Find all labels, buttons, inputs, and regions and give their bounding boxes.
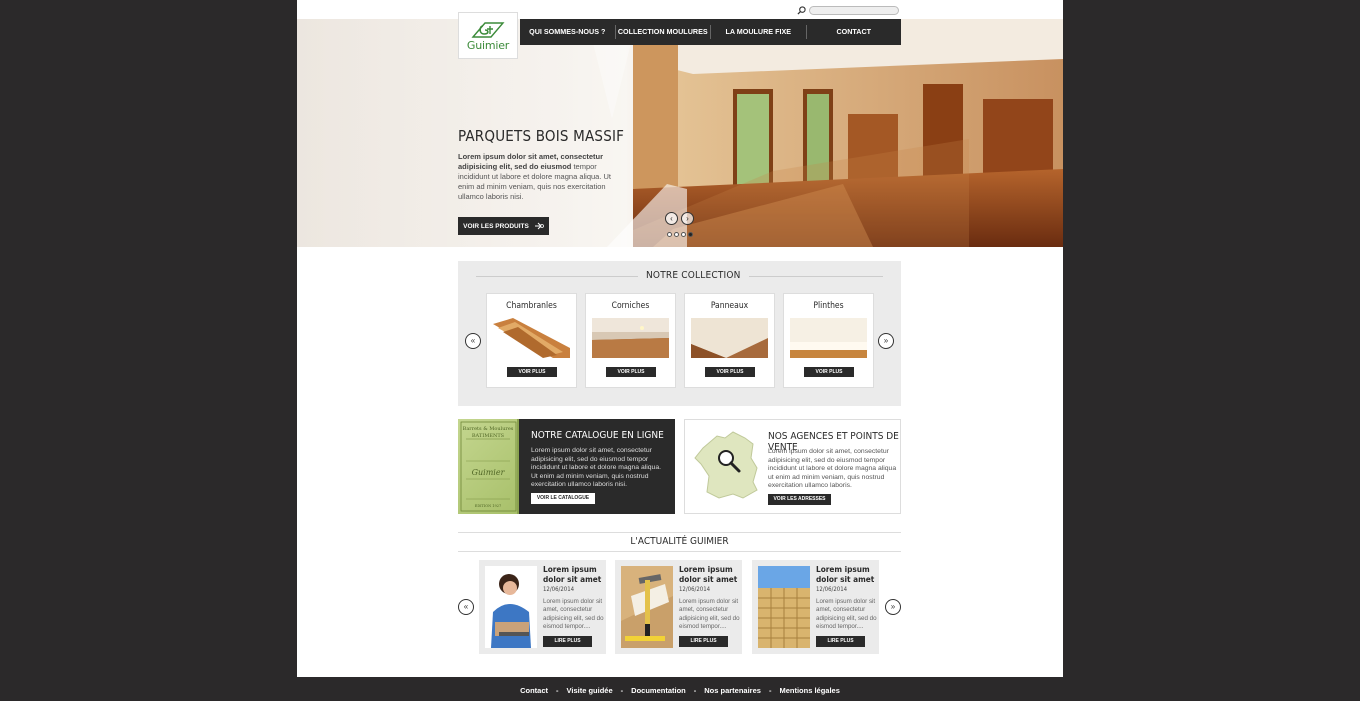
arrow-right-icon — [534, 222, 544, 230]
catalog-cover-line-1: Barrets & Moulures — [463, 426, 514, 432]
view-products-button[interactable]: VOIR LES PRODUITS — [458, 217, 549, 235]
footer-separator: - — [768, 686, 772, 695]
news-card-text: Lorem ipsum dolor sit amet, consectetur … — [679, 598, 740, 631]
catalog-cover-line-2: BATIMENTS — [472, 433, 505, 439]
hero-banner: PARQUETS BOIS MASSIF Lorem ipsum dolor s… — [297, 19, 1063, 247]
hero-slide-dot[interactable] — [688, 232, 693, 237]
nav-item-about[interactable]: QUI SOMMES-NOUS ? — [520, 25, 616, 39]
catalog-cover-line-3: Guimier — [472, 468, 506, 477]
news-photo-worker — [485, 566, 537, 648]
search-box — [797, 4, 899, 16]
collection-prev-arrow-icon[interactable]: « — [465, 333, 481, 349]
panneaux-photo — [691, 318, 768, 358]
news-card-title: Lorem ipsum dolor sit amet — [816, 564, 875, 584]
view-products-label: VOIR LES PRODUITS — [463, 222, 529, 230]
hero-next-arrow-icon[interactable]: › — [681, 212, 694, 225]
news-card-date: 12/06/2014 — [543, 586, 575, 593]
hero-room-image — [633, 19, 1063, 247]
nav-item-contact[interactable]: CONTACT — [807, 25, 902, 39]
news-card-title: Lorem ipsum dolor sit amet — [679, 564, 738, 584]
catalog-text: Lorem ipsum dolor sit amet, consectetur … — [531, 447, 661, 488]
hero-prev-arrow-icon[interactable]: ‹ — [665, 212, 678, 225]
collection-card-chambranles[interactable]: Chambranles VOIR PLUS — [486, 293, 577, 388]
news-divider-bottom — [458, 551, 901, 552]
nav-item-collection[interactable]: COLLECTION MOULURES — [616, 25, 711, 39]
news-card-text: Lorem ipsum dolor sit amet, consectetur … — [543, 598, 604, 631]
footer-separator: - — [556, 686, 559, 695]
footer-link-documentation[interactable]: Documentation — [631, 686, 686, 695]
collection-card-title: Plinthes — [813, 301, 844, 311]
logo[interactable]: Guimier — [458, 12, 518, 59]
collection-card-plinthes[interactable]: Plinthes VOIR PLUS — [783, 293, 874, 388]
collection-title: NOTRE COLLECTION — [638, 270, 749, 281]
news-card[interactable]: Lorem ipsum dolor sit amet 12/06/2014 Lo… — [615, 560, 742, 654]
chambranles-photo — [493, 318, 570, 358]
read-more-button[interactable]: LIRE PLUS — [543, 636, 592, 647]
view-more-button[interactable]: VOIR PLUS — [507, 367, 557, 377]
page-container: PARQUETS BOIS MASSIF Lorem ipsum dolor s… — [297, 0, 1063, 677]
news-card-date: 12/06/2014 — [816, 586, 848, 593]
hero-text: Lorem ipsum dolor sit amet, consectetur … — [458, 152, 618, 202]
collection-next-arrow-icon[interactable]: » — [878, 333, 894, 349]
news-card[interactable]: Lorem ipsum dolor sit amet 12/06/2014 Lo… — [479, 560, 606, 654]
catalog-book-image[interactable]: Barrets & Moulures BATIMENTS Guimier EDI… — [458, 419, 519, 514]
hero-slide-dots — [667, 232, 693, 237]
news-photo-hammer — [621, 566, 673, 648]
footer-link-legal[interactable]: Mentions légales — [779, 686, 839, 695]
main-nav: QUI SOMMES-NOUS ? COLLECTION MOULURES LA… — [520, 19, 901, 45]
read-more-button[interactable]: LIRE PLUS — [679, 636, 728, 647]
footer-link-guided-tour[interactable]: Visite guidée — [567, 686, 613, 695]
news-divider-top — [458, 532, 901, 533]
news-title: L'ACTUALITÉ GUIMIER — [630, 536, 729, 547]
view-more-button[interactable]: VOIR PLUS — [705, 367, 755, 377]
news-card-text: Lorem ipsum dolor sit amet, consectetur … — [816, 598, 877, 631]
collection-card-title: Corniches — [611, 301, 650, 311]
news-card-date: 12/06/2014 — [679, 586, 711, 593]
news-photo-lumber — [758, 566, 810, 648]
catalog-panel: Barrets & Moulures BATIMENTS Guimier EDI… — [458, 419, 675, 514]
hero-slide-dot[interactable] — [681, 232, 686, 237]
footer-separator: - — [693, 686, 697, 695]
corniches-photo — [592, 318, 669, 358]
collection-card-corniches[interactable]: Corniches VOIR PLUS — [585, 293, 676, 388]
plinthes-photo — [790, 318, 867, 358]
view-more-button[interactable]: VOIR PLUS — [804, 367, 854, 377]
news-next-arrow-icon[interactable]: » — [885, 599, 901, 615]
agencies-text: Lorem ipsum dolor sit amet, consectetur … — [768, 448, 897, 489]
agencies-panel: NOS AGENCES ET POINTS DE VENTE Lorem ips… — [684, 419, 901, 514]
footer-link-partners[interactable]: Nos partenaires — [704, 686, 761, 695]
read-more-button[interactable]: LIRE PLUS — [816, 636, 865, 647]
collection-section: NOTRE COLLECTION « » Chambranles VOIR PL… — [458, 261, 901, 406]
france-map-icon[interactable] — [693, 428, 763, 506]
logo-mark-icon — [471, 22, 505, 38]
hero-title: PARQUETS BOIS MASSIF — [458, 127, 625, 145]
news-card-title: Lorem ipsum dolor sit amet — [543, 564, 602, 584]
footer-separator: - — [620, 686, 624, 695]
news-card[interactable]: Lorem ipsum dolor sit amet 12/06/2014 Lo… — [752, 560, 879, 654]
hero-slide-dot[interactable] — [667, 232, 672, 237]
footer-link-contact[interactable]: Contact — [520, 686, 548, 695]
catalog-title: NOTRE CATALOGUE EN LIGNE — [531, 430, 664, 441]
view-more-button[interactable]: VOIR PLUS — [606, 367, 656, 377]
collection-card-title: Panneaux — [710, 301, 749, 311]
view-addresses-button[interactable]: VOIR LES ADRESSES — [768, 494, 831, 505]
collection-card-title: Chambranles — [506, 301, 557, 311]
view-catalog-button[interactable]: VOIR LE CATALOGUE — [531, 493, 595, 504]
search-icon[interactable] — [797, 5, 806, 15]
footer-links: Contact - Visite guidée - Documentation … — [297, 686, 1063, 695]
catalog-cover-line-4: EDITION 1927 — [475, 504, 501, 508]
logo-wordmark: Guimier — [466, 39, 510, 52]
nav-item-fixed-molding[interactable]: LA MOULURE FIXE — [711, 25, 807, 39]
collection-card-panneaux[interactable]: Panneaux VOIR PLUS — [684, 293, 775, 388]
search-input[interactable] — [809, 5, 899, 15]
catalog-cover-illustration: Barrets & Moulures BATIMENTS Guimier EDI… — [460, 421, 517, 512]
news-prev-arrow-icon[interactable]: « — [458, 599, 474, 615]
hero-slide-dot[interactable] — [674, 232, 679, 237]
